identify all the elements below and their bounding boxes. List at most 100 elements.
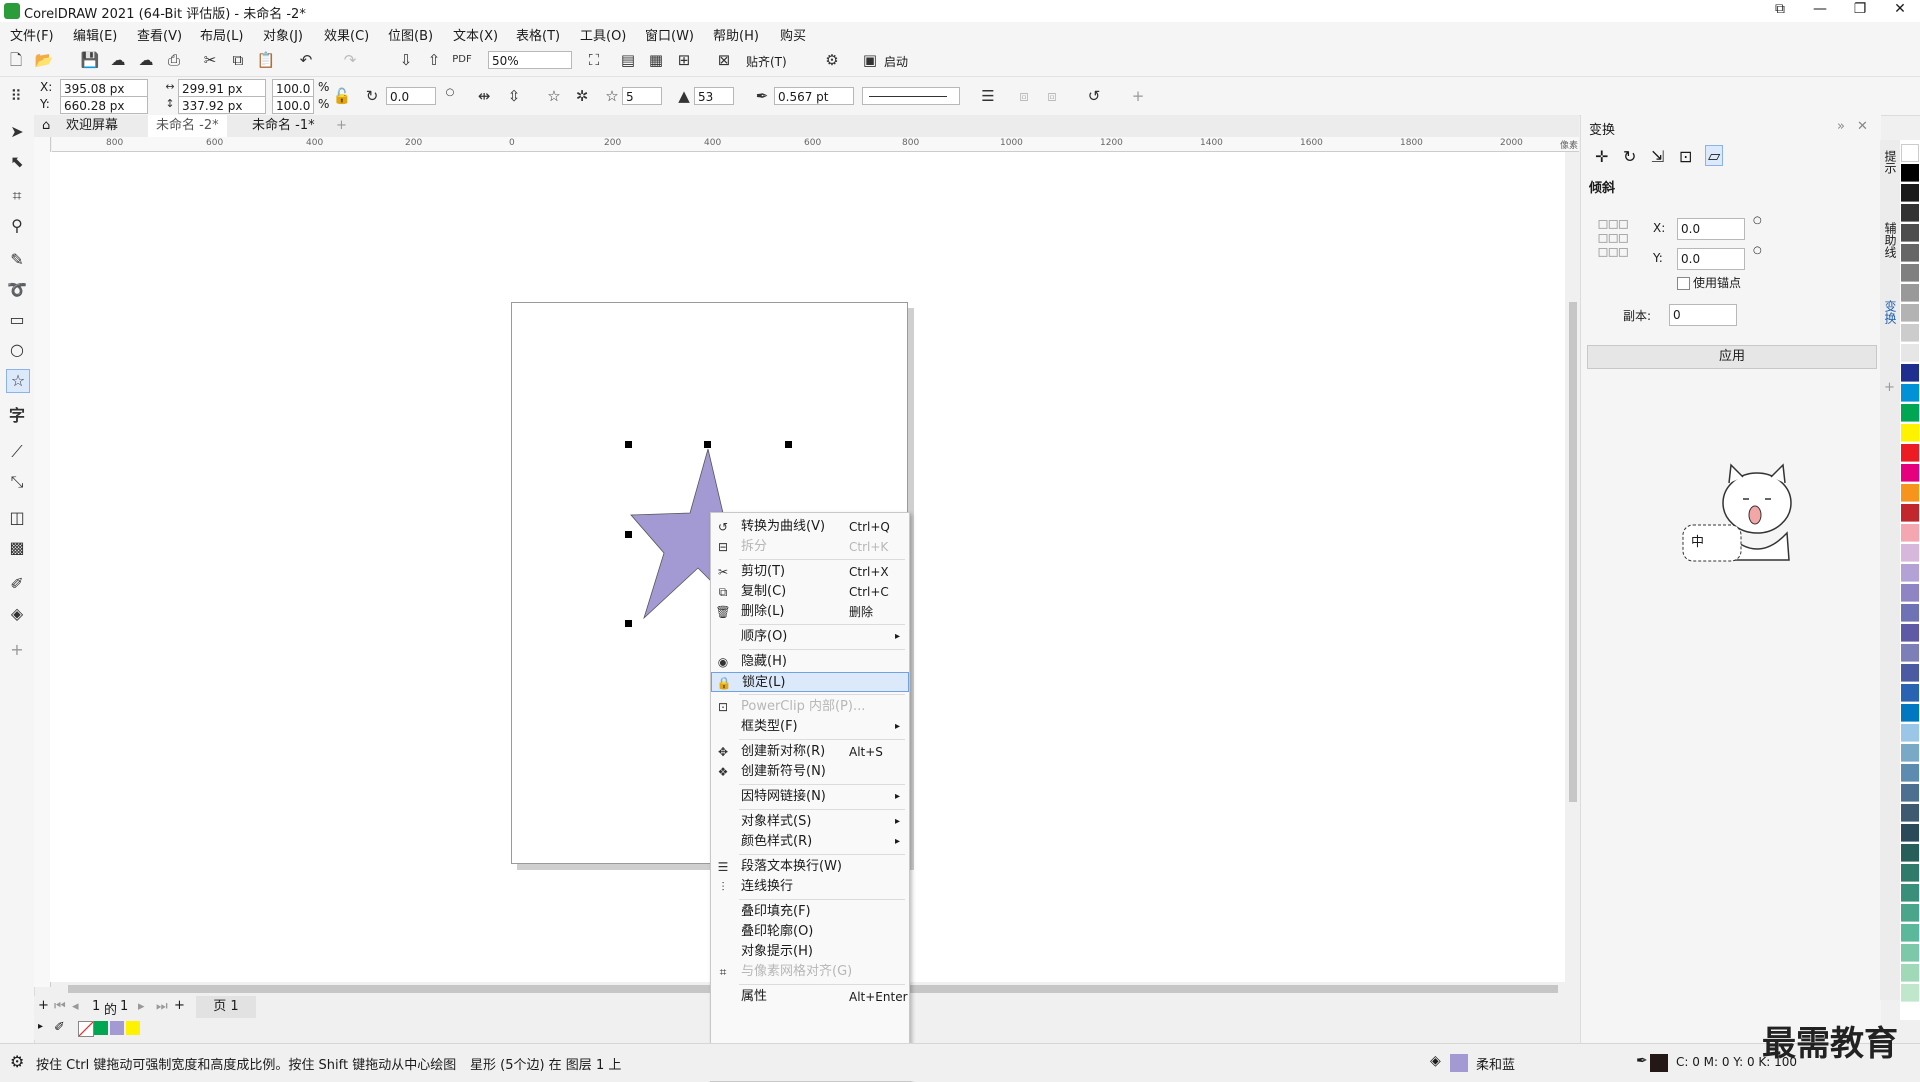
selection-handle-ne[interactable] [785, 441, 792, 448]
context-menu-item[interactable]: 叠印轮廓(O) [711, 922, 909, 942]
context-menu-item[interactable]: 对象提示(H) [711, 942, 909, 962]
pick-tool-icon[interactable]: ➤ [6, 121, 28, 143]
scale-height-field[interactable]: 100.0 [272, 96, 314, 114]
side-tab-transform[interactable]: 变换 [1882, 300, 1899, 324]
palette-swatch[interactable] [1901, 204, 1919, 222]
scale-mirror-transform-icon[interactable]: ⇲ [1651, 147, 1664, 166]
transparency-tool-icon[interactable]: ▩ [6, 537, 28, 559]
palette-swatch[interactable] [1901, 444, 1919, 462]
dimension-tool-icon[interactable]: ⟋ [6, 441, 28, 463]
undo-icon[interactable]: ↶ [296, 50, 316, 70]
outline-color-swatch[interactable] [1650, 1054, 1668, 1072]
width-field[interactable]: 299.91 px [178, 79, 266, 97]
height-field[interactable]: 337.92 px [178, 96, 266, 114]
copy-icon[interactable]: ⧉ [228, 50, 248, 70]
paste-icon[interactable]: 📋 [256, 50, 276, 70]
palette-swatch[interactable] [1901, 424, 1919, 442]
page-tab[interactable]: 页 1 [196, 996, 256, 1018]
menu-layout[interactable]: 布局(L) [200, 25, 243, 44]
side-tab-add-icon[interactable]: + [1884, 380, 1895, 395]
add-tool-icon[interactable]: + [6, 639, 28, 661]
palette-swatch[interactable] [1901, 964, 1919, 982]
palette-swatch[interactable] [1901, 664, 1919, 682]
palette-swatch[interactable] [1901, 744, 1919, 762]
palette-swatch[interactable] [1901, 404, 1919, 422]
home-icon[interactable]: ⌂ [34, 115, 58, 137]
context-menu-item[interactable]: 🔒 锁定(L) [711, 672, 909, 692]
no-color-swatch[interactable] [78, 1021, 94, 1037]
palette-swatch[interactable] [1901, 944, 1919, 962]
snap-to-dropdown[interactable]: 贴齐(T) [746, 53, 787, 70]
copies-field[interactable]: 0 [1669, 304, 1737, 326]
context-menu-item[interactable]: 属性 Alt+Enter [711, 987, 909, 1007]
launch-dropdown[interactable]: 启动 [884, 53, 908, 70]
palette-swatch[interactable] [1901, 144, 1919, 162]
skew-y-field[interactable]: 0.0 [1677, 248, 1745, 270]
menu-file[interactable]: 文件(F) [10, 25, 54, 44]
vertical-scroll-thumb[interactable] [1569, 302, 1577, 802]
eyedropper-tool-icon[interactable]: ✐ [6, 573, 28, 595]
palette-swatch[interactable] [1901, 224, 1919, 242]
skew-x-field[interactable]: 0.0 [1677, 218, 1745, 240]
artistic-media-icon[interactable]: ➰ [6, 279, 28, 301]
rotation-angle-field[interactable]: 0.0 [386, 87, 436, 105]
palette-swatch[interactable] [1901, 164, 1919, 182]
palette-swatch[interactable] [1901, 464, 1919, 482]
cut-icon[interactable]: ✂ [200, 50, 220, 70]
minimize-button[interactable]: — [1800, 1, 1840, 21]
menu-effects[interactable]: 效果(C) [324, 25, 369, 44]
palette-swatch[interactable] [1901, 724, 1919, 742]
menu-view[interactable]: 查看(V) [137, 25, 182, 44]
scale-width-field[interactable]: 100.0 [272, 79, 314, 97]
palette-swatch[interactable] [1901, 924, 1919, 942]
palette-expand-icon[interactable]: ▸ [38, 1021, 43, 1032]
mirror-vertical-icon[interactable]: ⇳ [504, 86, 524, 106]
shadow-tool-icon[interactable]: ◫ [6, 507, 28, 529]
new-tab-icon[interactable]: + [328, 115, 355, 137]
context-menu-item[interactable]: 颜色样式(R) ▸ [711, 832, 909, 852]
palette-swatch[interactable] [1901, 684, 1919, 702]
context-menu-item[interactable]: ⫶ 连线换行 [711, 877, 909, 897]
cloud-upload-icon[interactable]: ☁ [108, 50, 128, 70]
docker-close-icon[interactable]: ✕ [1857, 119, 1868, 134]
import-icon[interactable]: ⇩ [396, 50, 416, 70]
skew-transform-icon[interactable]: ▱ [1705, 145, 1724, 166]
next-page-icon[interactable]: ▸ [138, 999, 145, 1014]
tab-doc-1[interactable]: 未命名 -1* [244, 115, 323, 137]
context-menu-item[interactable]: ⧉ 复制(C) Ctrl+C [711, 582, 909, 602]
context-menu-item[interactable]: 叠印填充(F) [711, 902, 909, 922]
palette-swatch[interactable] [1901, 504, 1919, 522]
zoom-to-page-icon[interactable]: ⛶ [584, 50, 604, 70]
palette-swatch[interactable] [1901, 244, 1919, 262]
y-position-field[interactable]: 660.28 px [60, 96, 148, 114]
mirror-horizontal-icon[interactable]: ⇹ [474, 86, 494, 106]
show-grid-icon[interactable]: ▦ [646, 50, 666, 70]
palette-swatch[interactable] [1901, 844, 1919, 862]
palette-swatch[interactable] [1901, 364, 1919, 382]
palette-swatch[interactable] [1901, 604, 1919, 622]
add-page-icon[interactable]: + [38, 998, 49, 1013]
palette-swatch[interactable] [1901, 704, 1919, 722]
fill-color-swatch[interactable] [1450, 1054, 1468, 1072]
context-menu-item[interactable]: 🗑 删除(L) 删除 [711, 602, 909, 622]
menu-edit[interactable]: 编辑(E) [73, 25, 117, 44]
context-menu-item[interactable]: 框类型(F) ▸ [711, 717, 909, 737]
context-menu-item[interactable]: 对象样式(S) ▸ [711, 812, 909, 832]
menu-tools[interactable]: 工具(O) [580, 25, 626, 44]
context-menu-item[interactable]: ↺ 转换为曲线(V) Ctrl+Q [711, 517, 909, 537]
palette-swatch[interactable] [1901, 304, 1919, 322]
palette-swatch[interactable] [1901, 904, 1919, 922]
save-icon[interactable]: 💾 [80, 50, 100, 70]
palette-swatch[interactable] [1901, 584, 1919, 602]
yellow-swatch[interactable] [126, 1021, 140, 1035]
open-folder-icon[interactable]: 📂 [34, 50, 54, 70]
selection-handle-n[interactable] [704, 441, 711, 448]
complex-star-icon[interactable]: ✲ [572, 86, 592, 106]
tab-welcome[interactable]: 欢迎屏幕 [58, 115, 126, 137]
menu-bitmap[interactable]: 位图(B) [388, 25, 433, 44]
palette-swatch[interactable] [1901, 824, 1919, 842]
new-document-icon[interactable]: 🗋 [6, 50, 26, 70]
restore-panel-icon[interactable]: ⧉ [1760, 1, 1800, 21]
vertical-scrollbar[interactable] [1566, 152, 1580, 982]
size-transform-icon[interactable]: ⊡ [1679, 147, 1692, 166]
